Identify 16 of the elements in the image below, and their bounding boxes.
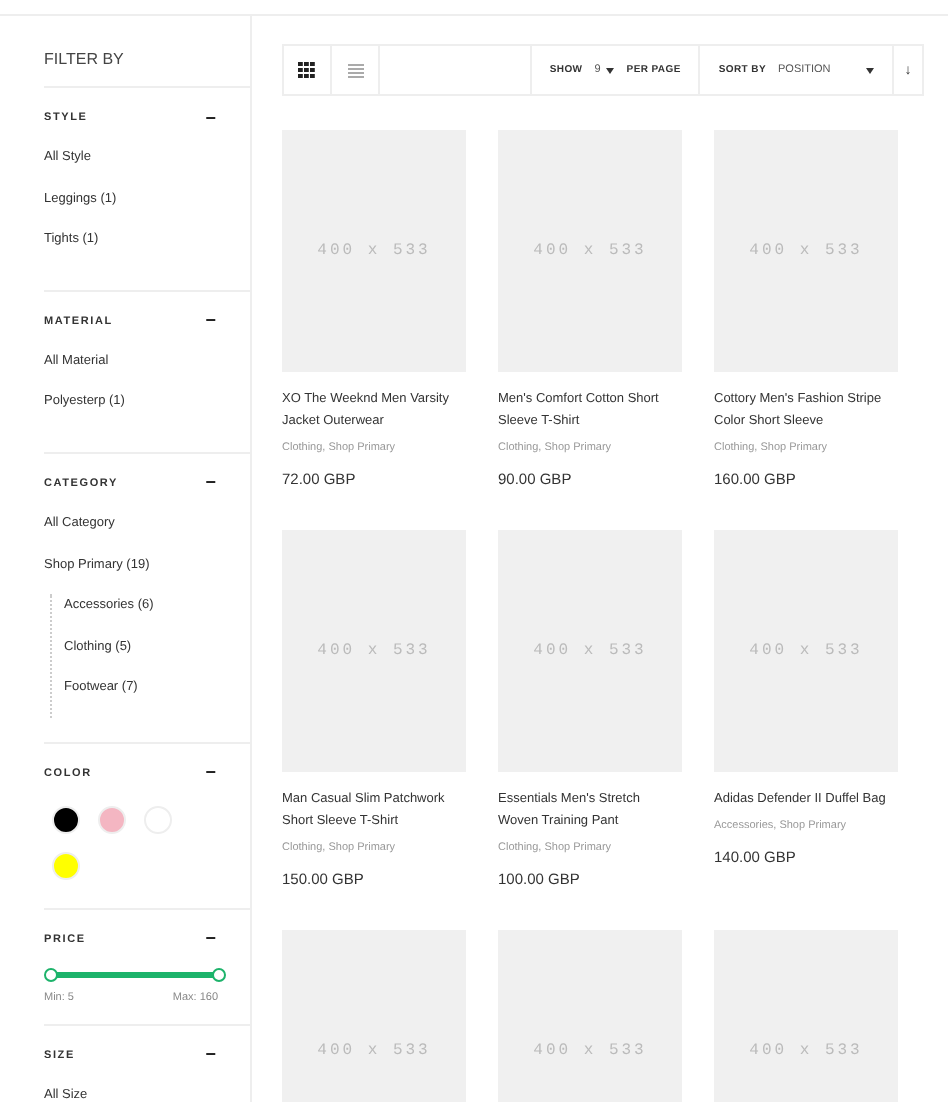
grid-icon: [298, 62, 316, 78]
color-swatch[interactable]: [98, 805, 126, 834]
collapse-toggle[interactable]: −: [205, 474, 216, 493]
slider-handle[interactable]: [43, 967, 57, 982]
filter-title: FILTER BY: [44, 48, 250, 88]
caret-icon: [866, 67, 874, 73]
color-swatch[interactable]: [52, 805, 80, 834]
slider-handle[interactable]: [211, 967, 225, 982]
collapse-toggle[interactable]: −: [205, 109, 216, 127]
color-swatch[interactable]: [52, 851, 80, 880]
list-icon: [347, 63, 363, 77]
collapse-toggle[interactable]: −: [205, 312, 216, 331]
caret-icon: [606, 67, 615, 73]
collapse-toggle[interactable]: −: [205, 1046, 216, 1065]
collapse-toggle[interactable]: −: [205, 930, 216, 949]
collapse-toggle[interactable]: −: [205, 764, 216, 783]
